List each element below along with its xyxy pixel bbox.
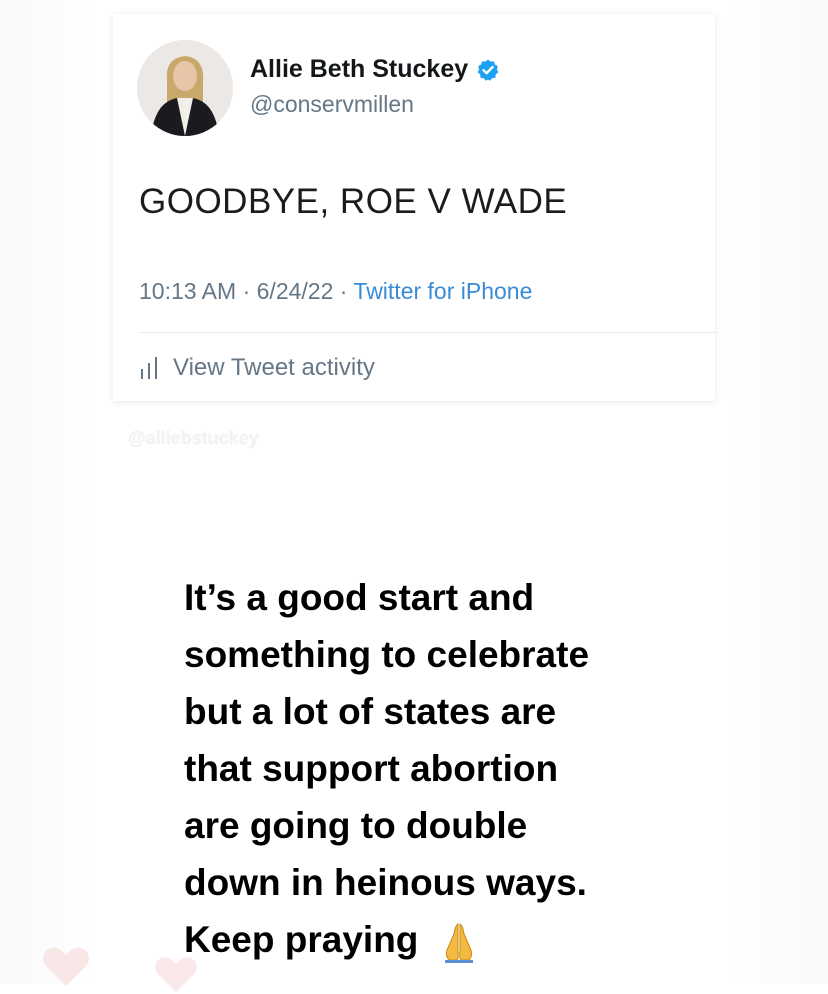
bar-chart-icon (141, 357, 157, 379)
heart-icon (43, 947, 89, 986)
caption-line: down in heinous ways. (184, 862, 587, 903)
tweet-time: 10:13 AM (139, 278, 237, 304)
view-tweet-activity-button[interactable]: View Tweet activity (139, 354, 375, 382)
caption-line: Keep praying (184, 919, 419, 960)
caption-line: are going to double (184, 805, 528, 846)
tweet-date[interactable]: 6/24/22 (257, 278, 334, 304)
watermark-handle: @alliebstuckey (128, 428, 259, 448)
display-name-text[interactable]: Allie Beth Stuckey (250, 55, 468, 84)
tweet-source-link[interactable]: Twitter for iPhone (353, 278, 532, 304)
divider (139, 332, 715, 333)
tweet-meta: 10:13 AM · 6/24/22 · Twitter for iPhone (139, 278, 532, 305)
meta-separator: · (236, 278, 257, 304)
verified-badge-icon (477, 59, 499, 81)
heart-icon (155, 957, 197, 993)
activity-label[interactable]: View Tweet activity (173, 354, 375, 382)
tweet-text: GOODBYE, ROE V WADE (139, 182, 568, 221)
folded-hands-icon (444, 923, 473, 964)
story-caption: It’s a good start and something to celeb… (184, 569, 704, 968)
tweet-card[interactable]: Allie Beth Stuckey @conservmillen GOODBY… (113, 14, 715, 401)
caption-line: that support abortion (184, 748, 559, 789)
caption-line: It’s a good start and (184, 577, 535, 618)
user-handle[interactable]: @conservmillen (250, 91, 414, 118)
caption-line: but a lot of states are (184, 691, 557, 732)
caption-line-last: Keep praying (184, 911, 704, 968)
caption-line: something to celebrate (184, 634, 590, 675)
avatar-image (137, 40, 233, 136)
avatar[interactable] (137, 40, 233, 136)
display-name[interactable]: Allie Beth Stuckey (250, 55, 500, 84)
meta-separator: · (333, 278, 354, 304)
